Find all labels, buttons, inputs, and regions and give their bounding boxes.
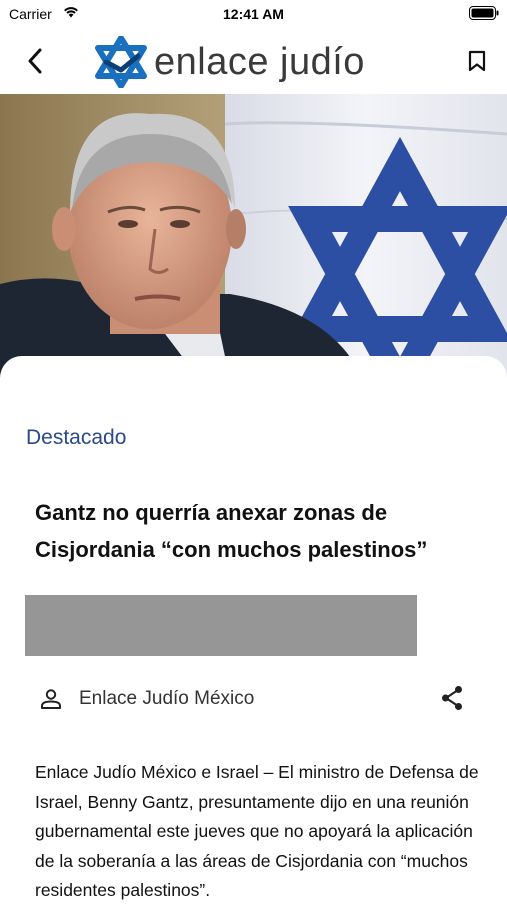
- logo-wordmark: enlace judío: [154, 40, 365, 83]
- share-icon: [442, 686, 462, 710]
- author-name: Enlace Judío México: [79, 688, 255, 709]
- share-button[interactable]: [437, 683, 467, 713]
- person-icon: [41, 689, 61, 709]
- hero-photo: [0, 94, 507, 380]
- back-button[interactable]: [20, 44, 50, 78]
- article-category[interactable]: Destacado: [26, 426, 126, 450]
- status-bar: Carrier 12:41 AM: [0, 0, 507, 28]
- logo-mark-icon: [95, 36, 147, 88]
- ad-placeholder: [25, 595, 417, 656]
- bookmark-button[interactable]: [462, 44, 492, 78]
- clock: 12:41 AM: [223, 6, 284, 22]
- hero-image: [0, 94, 507, 380]
- article-body: Enlace Judío México e Israel – El minist…: [35, 762, 479, 900]
- article-title: Gantz no querría anexar zonas de Cisjord…: [35, 500, 428, 562]
- bookmark-icon: [468, 50, 486, 72]
- battery-icon: [469, 6, 499, 20]
- app-logo: enlace judío: [94, 34, 365, 90]
- nav-bar: enlace judío: [0, 28, 507, 94]
- author-row: Enlace Judío México: [25, 681, 475, 715]
- article-card: Destacado Gantz no querría anexar zonas …: [0, 356, 507, 900]
- chevron-left-icon: [28, 48, 42, 74]
